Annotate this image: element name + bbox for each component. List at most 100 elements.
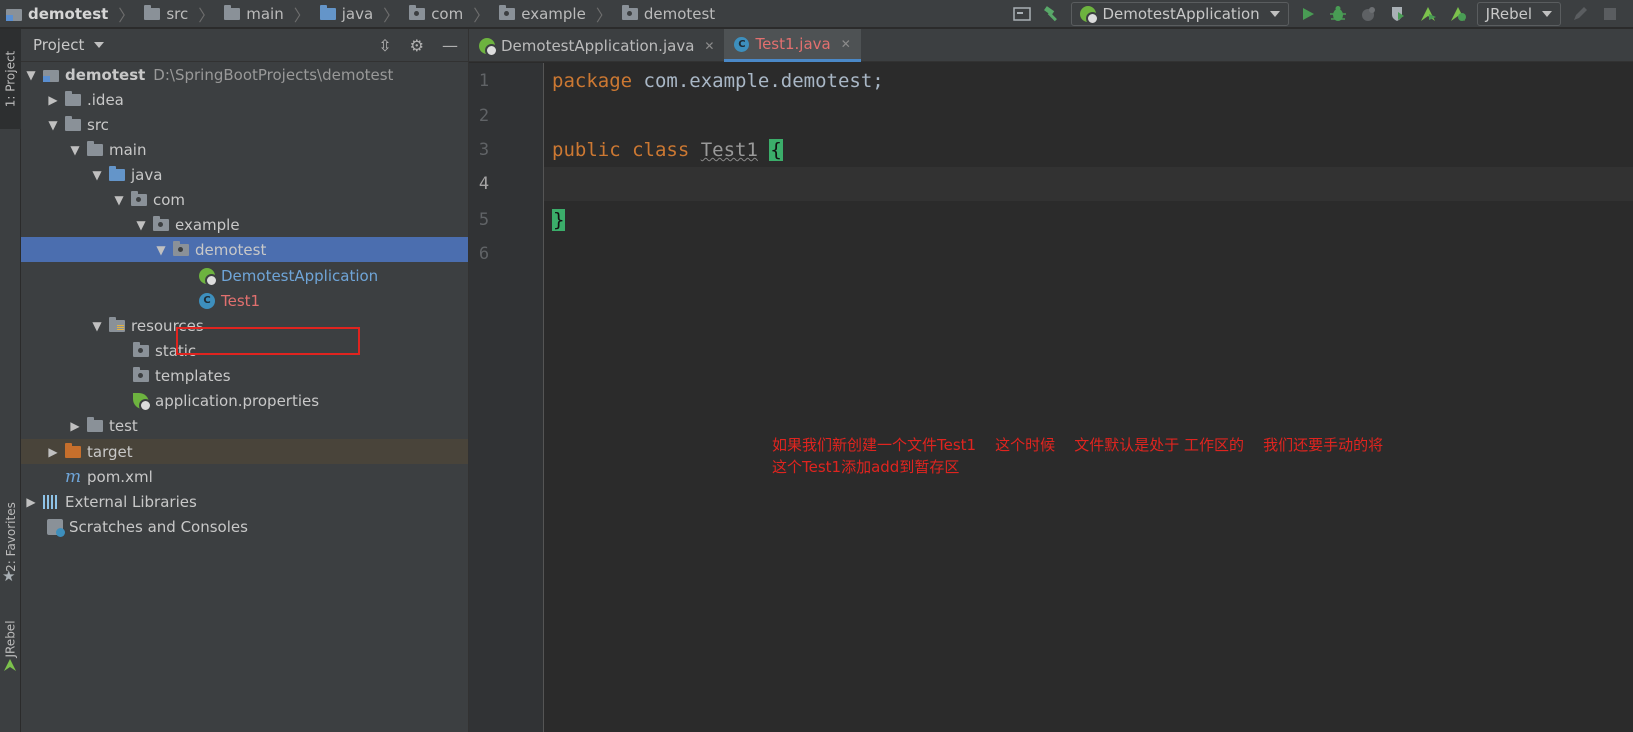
build-hammer-icon[interactable] [1041,3,1063,25]
window-layout-icon[interactable] [1011,3,1033,25]
chevron-down-icon [1269,11,1280,17]
folder-icon [224,4,241,20]
breadcrumb-item-com[interactable]: com 〉 [409,0,499,28]
line-number: 1 [478,71,490,91]
source-folder-icon [109,165,125,181]
module-folder-icon [43,68,59,82]
breadcrumb-item-java[interactable]: java 〉 [319,0,409,28]
left-tool-strip: 1: Project 2: Favorites ★ JRebel [0,29,21,732]
expanded-arrow-icon[interactable]: ▼ [155,243,167,257]
chevron-down-icon [1542,11,1552,17]
tree-item-templates[interactable]: templates [21,363,468,388]
project-view-select[interactable]: Project [33,36,84,54]
expanded-arrow-icon[interactable]: ▼ [113,193,125,207]
folder-icon [87,416,103,432]
edit-disabled-icon[interactable] [1569,3,1591,25]
maven-icon: m [65,466,82,487]
expanded-arrow-icon[interactable]: ▼ [91,319,103,333]
tree-item-resources[interactable]: ▼ resources [21,313,468,338]
tree-item-idea[interactable]: ▶ .idea [21,87,468,112]
chevron-right-icon: 〉 [118,5,135,25]
code-line-1: package com.example.demotest; [552,70,884,92]
folder-icon [87,140,103,156]
tree-item-demotest-application[interactable]: DemotestApplication [21,263,468,288]
package-icon [131,190,147,206]
spring-boot-icon [1080,6,1100,25]
spring-properties-icon [133,392,152,412]
jrebel-debug-icon[interactable] [1447,3,1469,25]
spring-boot-class-icon [199,267,218,287]
expanded-arrow-icon[interactable]: ▼ [25,68,37,82]
navigation-bar: demotest 〉 src 〉 main 〉 java 〉 com 〉 exa… [0,0,1633,28]
jrebel-select[interactable]: JRebel [1476,2,1561,26]
tree-item-target[interactable]: ▶ target [21,439,468,464]
collapsed-arrow-icon[interactable]: ▶ [25,495,37,509]
tree-item-java[interactable]: ▼ java [21,162,468,187]
code-editor[interactable]: package com.example.demotest; public cla… [544,63,1633,732]
expanded-arrow-icon[interactable]: ▼ [135,218,147,232]
tree-item-example[interactable]: ▼ example [21,212,468,237]
tree-item-test[interactable]: ▶ test [21,413,468,438]
chevron-right-icon: 〉 [595,5,612,25]
debug-icon[interactable] [1327,3,1349,25]
chevron-right-icon: 〉 [198,5,215,25]
resources-folder-icon [109,316,125,332]
expanded-arrow-icon[interactable]: ▼ [91,168,103,182]
tab-project[interactable]: 1: Project [0,29,21,129]
chevron-down-icon[interactable] [94,42,105,48]
collapse-all-icon[interactable]: ⇳ [378,36,391,55]
coverage-icon[interactable] [1357,3,1379,25]
tab-demotest-application-java[interactable]: DemotestApplication.java ✕ [469,29,724,62]
collapsed-arrow-icon[interactable]: ▶ [47,93,59,107]
run-icon[interactable] [1297,3,1319,25]
package-icon [173,240,189,256]
tree-item-com[interactable]: ▼ com [21,187,468,212]
tree-item-demotest-root[interactable]: ▼ demotest D:\SpringBootProjects\demotes… [21,62,468,87]
tree-item-pom-xml[interactable]: m pom.xml [21,464,468,489]
breadcrumb: demotest 〉 src 〉 main 〉 java 〉 com 〉 exa… [0,0,719,28]
tree-item-demotest-package[interactable]: ▼ demotest [21,237,468,262]
tree-item-main[interactable]: ▼ main [21,137,468,162]
expanded-arrow-icon[interactable]: ▼ [47,118,59,132]
source-folder-icon [319,4,336,20]
project-panel-header: Project ⇳ ⚙ — [21,29,468,62]
profile-icon[interactable] [1387,3,1409,25]
collapsed-arrow-icon[interactable]: ▶ [69,419,81,433]
chevron-right-icon: 〉 [293,5,310,25]
code-line-5: } [552,209,566,231]
line-number: 2 [478,106,490,126]
tree-item-scratches[interactable]: Scratches and Consoles [21,514,468,539]
main-toolbar: DemotestApplication JRebel [1011,0,1633,28]
breadcrumb-item-src[interactable]: src 〉 [144,0,224,28]
tree-item-src[interactable]: ▼ src [21,112,468,137]
project-panel: Project ⇳ ⚙ — ▼ demotest D:\SpringBootPr… [21,29,469,732]
editor-gutter: 1 2 3 4 5 6 [469,63,544,732]
jrebel-run-icon[interactable] [1417,3,1439,25]
breadcrumb-item-demotest-package[interactable]: demotest [621,0,719,28]
stop-icon[interactable] [1599,3,1621,25]
package-icon [409,4,426,20]
close-icon[interactable]: ✕ [841,37,851,51]
line-number: 6 [478,244,490,264]
breadcrumb-item-main[interactable]: main 〉 [224,0,320,28]
chevron-right-icon: 〉 [383,5,400,25]
gear-icon[interactable]: ⚙ [410,36,424,55]
java-class-icon: C [199,292,215,309]
tree-item-external-libraries[interactable]: ▶ External Libraries [21,489,468,514]
collapsed-arrow-icon[interactable]: ▶ [47,445,59,459]
tab-test1-java[interactable]: C Test1.java ✕ [724,29,861,62]
tree-item-application-properties[interactable]: application.properties [21,388,468,413]
run-configuration-select[interactable]: DemotestApplication [1071,2,1289,26]
annotation-note: 如果我们新创建一个文件Test1 这个时候 文件默认是处于 工作区的 我们还要手… [772,436,1384,476]
breadcrumb-item-demotest[interactable]: demotest 〉 [6,0,144,28]
expanded-arrow-icon[interactable]: ▼ [69,143,81,157]
excluded-folder-icon [65,442,81,458]
close-icon[interactable]: ✕ [704,39,714,53]
folder-icon [144,4,161,20]
breadcrumb-item-example[interactable]: example 〉 [499,0,622,28]
tree-item-test1[interactable]: C Test1 [21,288,468,313]
libraries-icon [43,494,59,509]
tree-item-static[interactable]: static [21,338,468,363]
line-number: 5 [478,210,490,230]
hide-panel-icon[interactable]: — [442,36,458,55]
